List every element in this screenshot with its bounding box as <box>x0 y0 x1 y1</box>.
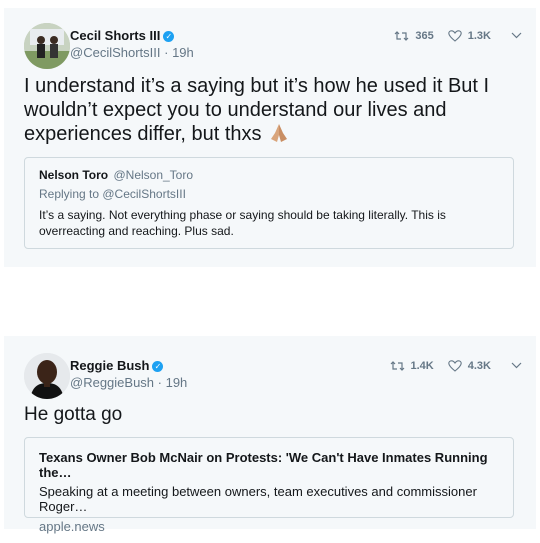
quoted-tweet[interactable]: Nelson Toro @Nelson_Toro Replying to @Ce… <box>24 157 514 249</box>
heart-icon <box>447 360 462 372</box>
quoted-author-handle: @Nelson_Toro <box>113 168 194 182</box>
author-name[interactable]: Cecil Shorts III ✓ <box>70 28 175 43</box>
chevron-down-icon <box>511 362 522 369</box>
avatar[interactable] <box>24 23 70 69</box>
tweet-actions: 1.4K 4.3K <box>376 360 523 372</box>
tweet-text: He gotta go <box>24 404 123 425</box>
more-options-button[interactable] <box>511 360 522 372</box>
like-button[interactable]: 1.3K <box>447 30 491 42</box>
tweet-card[interactable]: Cecil Shorts III ✓ @CecilShortsIII · 19h … <box>4 8 536 267</box>
verified-badge-icon: ✓ <box>163 31 175 42</box>
verified-badge-icon: ✓ <box>152 361 164 372</box>
retweet-count: 365 <box>415 30 434 42</box>
author-name[interactable]: Reggie Bush ✓ <box>70 358 164 373</box>
like-count: 4.3K <box>467 360 491 372</box>
heart-icon <box>447 30 462 42</box>
tweet-time[interactable]: 19h <box>172 45 194 60</box>
card-title: Texans Owner Bob McNair on Protests: 'We… <box>39 450 488 480</box>
card-description: Speaking at a meeting between owners, te… <box>39 484 477 514</box>
author-handle[interactable]: @ReggieBush · 19h <box>70 375 187 390</box>
like-button[interactable]: 4.3K <box>447 360 491 372</box>
tweet-actions: 365 1.3K <box>380 30 522 42</box>
link-card[interactable]: Texans Owner Bob McNair on Protests: 'We… <box>24 437 514 534</box>
quoted-author-name: Nelson Toro <box>39 168 109 182</box>
chevron-down-icon <box>511 32 522 39</box>
avatar[interactable] <box>24 353 70 399</box>
retweet-icon <box>390 361 404 371</box>
quoted-replying-to: Replying to @CecilShortsIII <box>39 187 186 201</box>
folded-hands-emoji <box>268 123 290 149</box>
retweet-button[interactable]: 365 <box>394 30 434 42</box>
tweet-text: I understand it’s a saying but it’s how … <box>24 74 522 149</box>
tweet-time[interactable]: 19h <box>166 375 188 390</box>
more-options-button[interactable] <box>511 30 522 42</box>
card-domain: apple.news <box>39 519 105 534</box>
retweet-button[interactable]: 1.4K <box>390 360 434 372</box>
like-count: 1.3K <box>467 30 491 42</box>
retweet-icon <box>394 31 409 41</box>
author-handle[interactable]: @CecilShortsIII · 19h <box>70 45 194 60</box>
quoted-tweet-text: It’s a saying. Not everything phase or s… <box>39 208 446 238</box>
retweet-count: 1.4K <box>410 360 434 372</box>
tweet-card[interactable]: Reggie Bush ✓ @ReggieBush · 19h 1.4K 4.3K <box>4 336 536 534</box>
